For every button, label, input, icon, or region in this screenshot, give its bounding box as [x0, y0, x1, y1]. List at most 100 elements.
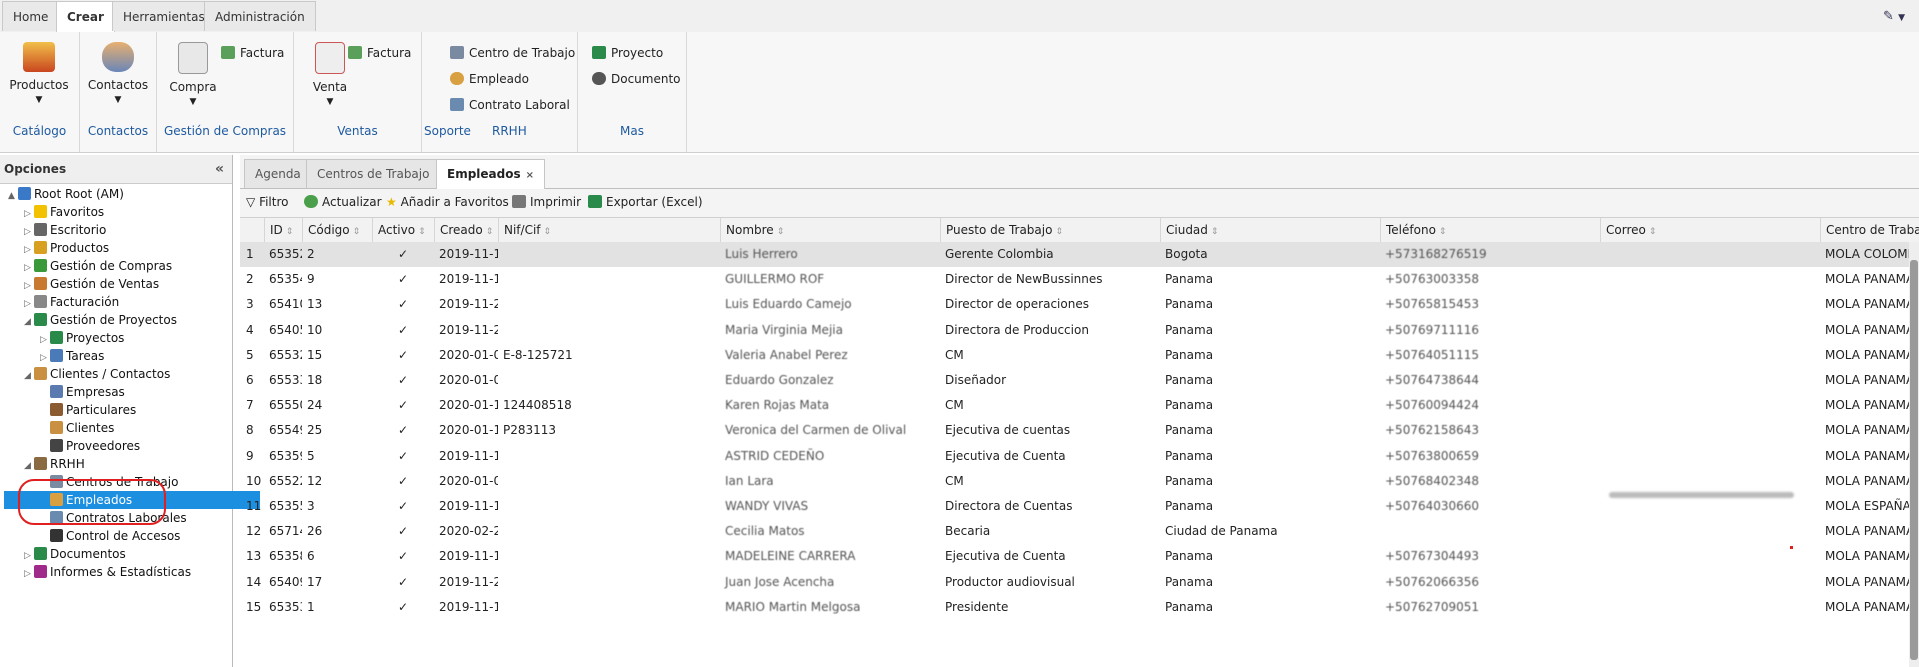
proyecto-button[interactable]: Proyecto [592, 46, 663, 60]
table-row[interactable]: 14 65409 17 ✓ 2019-11-22 Juan Jose Acencha Pro… [240, 570, 1919, 595]
table-row[interactable]: 10 65522 12 ✓ 2020-01-06 Ian Lara CM Panama +507… [240, 469, 1919, 494]
expander-icon[interactable]: ◢ [24, 313, 34, 331]
sidebar-item-productos[interactable]: ▷ Productos [24, 239, 109, 257]
sidebar-item-gestión-de-compras[interactable]: ▷ Gestión de Compras [24, 257, 172, 275]
table-row[interactable]: 13 65358 6 ✓ 2019-11-12 MADELEINE CARRERA Ejec… [240, 544, 1919, 569]
factura-compra-button[interactable]: Factura [221, 46, 284, 60]
column-header-label: Nif/Cif [504, 223, 541, 237]
sidebar-item-escritorio[interactable]: ▷ Escritorio [24, 221, 106, 239]
table-row[interactable]: 1 65352 2 ✓ 2019-11-12 Luis Herrero Gerente Co… [240, 242, 1919, 267]
cell-n: 5 [246, 347, 254, 362]
empleado-button[interactable]: Empleado [450, 72, 529, 86]
tab-administracion[interactable]: Administración [204, 1, 316, 31]
sort-icon[interactable]: ⇕ [1055, 227, 1063, 237]
column-header-creado[interactable]: Creado ⇕ [434, 218, 498, 242]
cell-centro: MOLA PANAMA [1825, 574, 1915, 589]
sidebar-item-label: Escritorio [50, 223, 107, 237]
cell-correo [1600, 343, 1820, 368]
sidebar-item-documentos[interactable]: ▷ Documentos [24, 545, 126, 563]
sort-icon[interactable]: ⇕ [1649, 227, 1657, 237]
productos-button[interactable]: Productos ▼ [4, 42, 74, 105]
imprimir-button[interactable]: Imprimir [512, 195, 581, 209]
cell-correo [1600, 570, 1820, 595]
table-row[interactable]: 7 65550 24 ✓ 2020-01-15 124408518 Karen Rojas … [240, 393, 1919, 418]
cell-activo: ✓ [397, 247, 409, 261]
sidebar-item-control-de-accesos[interactable]: Control de Accesos [40, 527, 180, 545]
sidebar-item-rrhh[interactable]: ◢ RRHH [24, 455, 85, 473]
user-menu-button[interactable]: ✎ ▼ [1883, 9, 1905, 24]
table-row[interactable]: 12 65714 26 ✓ 2020-02-27 Cecilia Matos Becaria… [240, 519, 1919, 544]
table-row[interactable]: 2 65354 9 ✓ 2019-11-12 GUILLERMO ROF Director … [240, 267, 1919, 292]
sort-icon[interactable]: ⇕ [1439, 227, 1447, 237]
tab-centros-de-trabajo[interactable]: Centros de Trabajo× [306, 159, 454, 188]
sort-icon[interactable]: ⇕ [486, 227, 494, 237]
sort-icon[interactable]: ⇕ [777, 227, 785, 237]
sidebar-item-gestión-de-proyectos[interactable]: ◢ Gestión de Proyectos [24, 311, 177, 329]
sidebar-item-proyectos[interactable]: ▷ Proyectos [40, 329, 124, 347]
collapse-sidebar-icon[interactable]: « [215, 155, 224, 183]
sidebar-item-clientes[interactable]: Clientes [40, 419, 114, 437]
cart-icon [34, 259, 47, 272]
sort-icon[interactable]: ⇕ [1211, 227, 1219, 237]
table-row[interactable]: 6 65533 18 ✓ 2020-01-08 Eduardo Gonzalez Diseñ… [240, 368, 1919, 393]
contrato-laboral-button[interactable]: Contrato Laboral [450, 98, 570, 112]
expander-icon[interactable]: ▷ [24, 565, 34, 583]
client-icon [50, 421, 63, 434]
documento-button[interactable]: Documento [592, 72, 681, 86]
cell-correo [1600, 242, 1820, 267]
tab-empleados[interactable]: Empleados × [436, 159, 546, 189]
favoritos-button[interactable]: ★ Añadir a Favoritos [386, 195, 509, 209]
sidebar-item-favoritos[interactable]: ▷ Favoritos [24, 203, 104, 221]
tab-herramientas[interactable]: Herramientas [112, 1, 216, 31]
cell-ciudad: Panama [1165, 398, 1214, 413]
vertical-scrollbar[interactable] [1909, 242, 1919, 667]
sort-icon[interactable]: ⇕ [418, 227, 426, 237]
column-header-nombre[interactable]: Nombre ⇕ [720, 218, 940, 242]
table-row[interactable]: 5 65532 15 ✓ 2020-01-06 E-8-125721 Valeria Ana… [240, 343, 1919, 368]
sort-icon[interactable]: ⇕ [286, 227, 294, 237]
sidebar-item-tareas[interactable]: ▷ Tareas [40, 347, 104, 365]
tab-crear[interactable]: Crear [56, 1, 115, 33]
sidebar-item-clientes-contactos[interactable]: ◢ Clientes / Contactos [24, 365, 170, 383]
table-row[interactable]: 4 65405 10 ✓ 2019-11-22 Maria Virginia Mejia D… [240, 318, 1919, 343]
compra-label: Compra [169, 80, 217, 94]
column-header-centro[interactable]: Centro de Trabajo⇕ [1820, 218, 1919, 242]
cell-id: 65409 [269, 574, 302, 589]
table-row[interactable]: 8 65549 25 ✓ 2020-01-15 P283113 Veronica del C… [240, 418, 1919, 443]
column-header-ciudad[interactable]: Ciudad ⇕ [1160, 218, 1380, 242]
sidebar-item-root-root-am[interactable]: ▲ Root Root (AM) [8, 185, 124, 203]
sidebar-item-informes-estadísticas[interactable]: ▷ Informes & Estadísticas [24, 563, 191, 581]
column-header-codigo[interactable]: Código ⇕ [302, 218, 372, 242]
expander-icon[interactable]: ▲ [8, 187, 18, 205]
table-row[interactable]: 9 65359 5 ✓ 2019-11-12 ASTRID CEDEÑO Ejecutiva… [240, 444, 1919, 469]
sidebar-item-facturación[interactable]: ▷ Facturación [24, 293, 119, 311]
column-header-id[interactable]: ID ⇕ [264, 218, 302, 242]
centro-trabajo-button[interactable]: Centro de Trabajo [450, 46, 575, 60]
column-header-activo[interactable]: Activo ⇕ [372, 218, 434, 242]
sort-icon[interactable]: ⇕ [353, 227, 361, 237]
expander-icon[interactable]: ◢ [24, 457, 34, 475]
tab-home[interactable]: Home [2, 1, 60, 31]
scrollbar-thumb[interactable] [1910, 260, 1918, 660]
sidebar-item-gestión-de-ventas[interactable]: ▷ Gestión de Ventas [24, 275, 159, 293]
column-header-puesto[interactable]: Puesto de Trabajo ⇕ [940, 218, 1160, 242]
column-header-correo[interactable]: Correo ⇕ [1600, 218, 1820, 242]
contactos-button[interactable]: Contactos ▼ [83, 42, 153, 105]
table-row[interactable]: 15 65353 1 ✓ 2019-11-12 MARIO Martin Melgosa P… [240, 595, 1919, 620]
factura-venta-button[interactable]: Factura [348, 46, 411, 60]
column-header-nif[interactable]: Nif/Cif ⇕ [498, 218, 720, 242]
expander-icon[interactable]: ◢ [24, 367, 34, 385]
actualizar-button[interactable]: Actualizar [304, 195, 382, 209]
table-row[interactable]: 3 65410 13 ✓ 2019-11-22 Luis Eduardo Camejo Di… [240, 292, 1919, 317]
close-icon[interactable]: × [526, 170, 534, 181]
compra-button[interactable]: Compra ▼ [158, 42, 228, 107]
column-header-telefono[interactable]: Teléfono ⇕ [1380, 218, 1600, 242]
sort-icon[interactable]: ⇕ [544, 227, 552, 237]
filtro-button[interactable]: ▽ Filtro [246, 195, 288, 209]
sidebar-item-empresas[interactable]: Empresas [40, 383, 125, 401]
cell-activo: ✓ [397, 599, 409, 614]
sidebar-item-proveedores[interactable]: Proveedores [40, 437, 140, 455]
tab-agenda[interactable]: Agenda [244, 159, 312, 188]
exportar-button[interactable]: Exportar (Excel) [588, 195, 703, 209]
sidebar-item-particulares[interactable]: Particulares [40, 401, 136, 419]
